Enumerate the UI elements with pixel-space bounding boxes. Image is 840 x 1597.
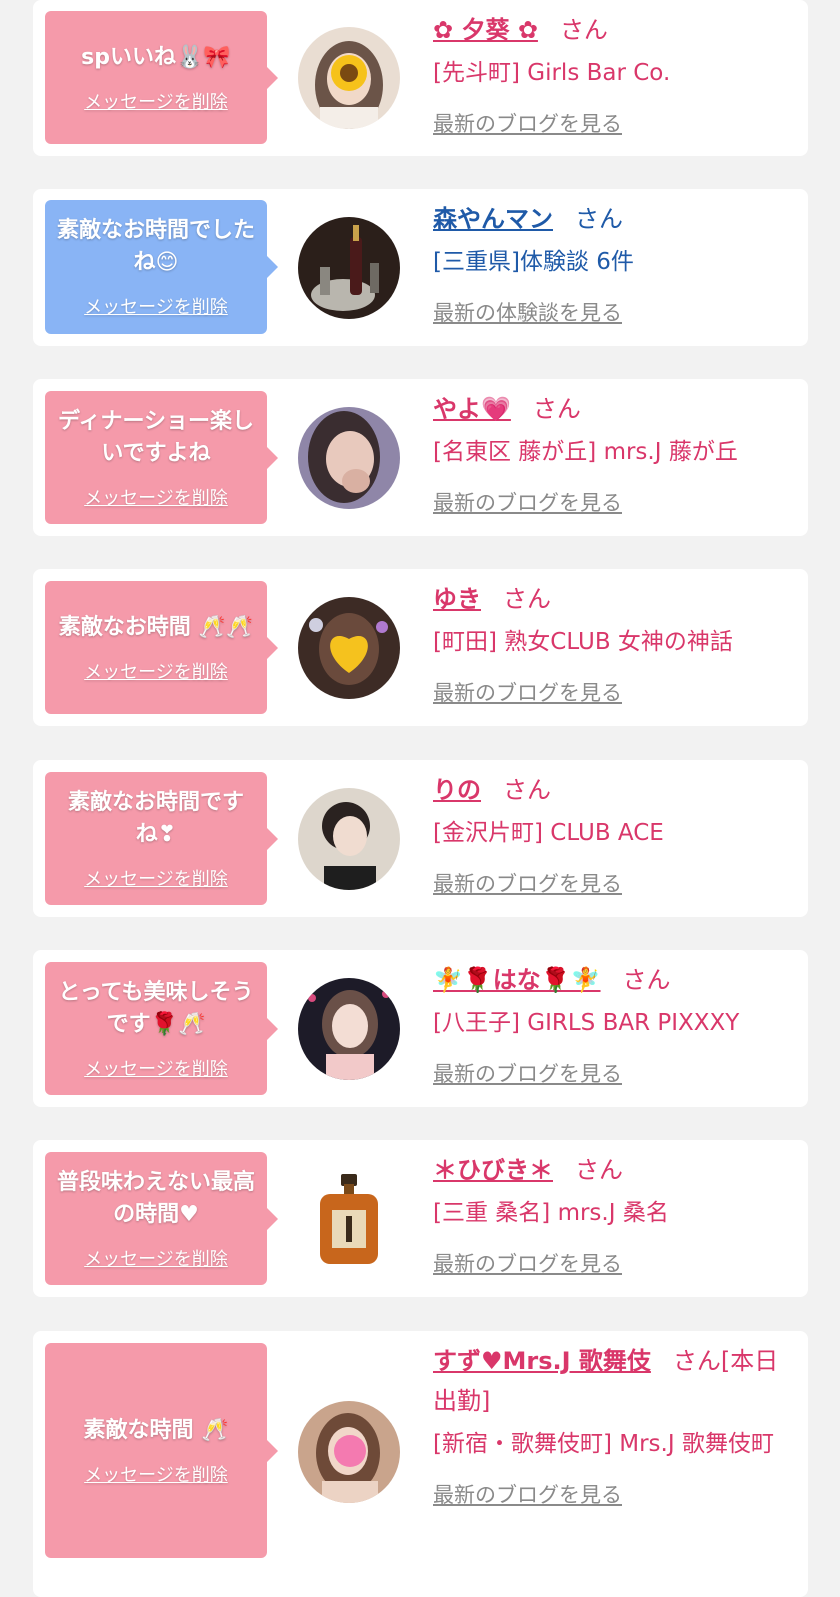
user-name-link[interactable]: やよ💗 <box>433 395 511 423</box>
latest-blog-link[interactable]: 最新のブログを見る <box>433 1479 622 1509</box>
delete-message-link[interactable]: メッセージを削除 <box>84 88 228 114</box>
delete-message-link[interactable]: メッセージを削除 <box>84 1245 228 1271</box>
user-name-link[interactable]: 🧚🌹はな🌹🧚 <box>433 966 601 994</box>
user-info: りの さん [金沢片町] CLUB ACE 最新のブログを見る <box>433 770 794 898</box>
user-info: ＊ひびき＊ さん [三重 桑名] mrs.J 桑名 最新のブログを見る <box>433 1150 794 1278</box>
message-text: ディナーショー楽しいですよね <box>57 408 255 466</box>
delete-message-link[interactable]: メッセージを削除 <box>84 484 228 510</box>
latest-review-link[interactable]: 最新の体験談を見る <box>433 297 622 327</box>
honorific: さん <box>575 1156 623 1184</box>
avatar[interactable] <box>298 788 400 890</box>
avatar[interactable] <box>298 1401 400 1503</box>
shop-info: [町田] 熟女CLUB 女神の神話 <box>433 629 733 655</box>
message-card: spいいね🐰🎀 メッセージを削除 ✿ 夕葵 ✿ さん [先斗町] Girls Ba… <box>33 0 808 156</box>
shop-info: [金沢片町] CLUB ACE <box>433 820 664 846</box>
user-info: 森やんマン さん [三重県]体験談 6件 最新の体験談を見る <box>433 199 794 327</box>
avatar-image <box>298 788 400 890</box>
avatar[interactable] <box>298 1168 400 1270</box>
message-bubble: 素敵な時間 🥂 メッセージを削除 <box>45 1343 278 1558</box>
user-name-link[interactable]: すず♥Mrs.J 歌舞伎 <box>433 1347 651 1375</box>
latest-blog-link[interactable]: 最新のブログを見る <box>433 108 622 138</box>
shop-info: [三重 桑名] mrs.J 桑名 <box>433 1200 669 1226</box>
honorific: さん <box>622 966 671 994</box>
message-card: 素敵な時間 🥂 メッセージを削除 すず♥Mrs.J 歌舞伎 さん[本日出勤] [新… <box>33 1331 808 1597</box>
honorific: さん <box>532 395 581 423</box>
message-bubble: 素敵なお時間でしたね😊 メッセージを削除 <box>45 200 278 334</box>
message-bubble: とっても美味しそうです🌹🥂 メッセージを削除 <box>45 962 278 1095</box>
message-card: 素敵なお時間でしたね😊 メッセージを削除 森やんマン さん [三重県]体験談 6件… <box>33 189 808 346</box>
message-card: とっても美味しそうです🌹🥂 メッセージを削除 🧚🌹はな🌹🧚 さん [八王子] GI… <box>33 950 808 1107</box>
message-bubble: ディナーショー楽しいですよね メッセージを削除 <box>45 391 278 524</box>
user-info: やよ💗 さん [名東区 藤が丘] mrs.J 藤が丘 最新のブログを見る <box>433 389 794 517</box>
message-text: 素敵な時間 🥂 <box>83 1417 229 1443</box>
message-card: ディナーショー楽しいですよね メッセージを削除 やよ💗 さん [名東区 藤が丘] … <box>33 379 808 536</box>
avatar-image <box>298 407 400 509</box>
honorific: さん <box>575 205 623 233</box>
honorific: さん <box>503 776 551 804</box>
pink-heart-sticker <box>334 1435 366 1467</box>
avatar[interactable] <box>298 407 400 509</box>
sunflower-sticker <box>331 55 367 91</box>
avatar-image <box>298 597 400 699</box>
delete-message-link[interactable]: メッセージを削除 <box>84 865 228 891</box>
avatar-image <box>298 978 400 1080</box>
message-bubble: 素敵なお時間ですね❣ メッセージを削除 <box>45 772 278 905</box>
latest-blog-link[interactable]: 最新のブログを見る <box>433 487 622 517</box>
avatar[interactable] <box>298 978 400 1080</box>
honorific: さん <box>559 16 608 44</box>
user-info: 🧚🌹はな🌹🧚 さん [八王子] GIRLS BAR PIXXXY 最新のブログを見… <box>433 960 794 1088</box>
honorific: さん <box>503 585 551 613</box>
shop-info: [八王子] GIRLS BAR PIXXXY <box>433 1010 740 1036</box>
message-text: 素敵なお時間でしたね😊 <box>56 218 255 275</box>
shop-info: [新宿・歌舞伎町] Mrs.J 歌舞伎町 <box>433 1431 774 1457</box>
latest-blog-link[interactable]: 最新のブログを見る <box>433 1248 622 1278</box>
user-name-link[interactable]: ＊ひびき＊ <box>433 1156 553 1184</box>
user-info: ゆき さん [町田] 熟女CLUB 女神の神話 最新のブログを見る <box>433 579 794 707</box>
message-card: 素敵なお時間 🥂🥂 メッセージを削除 ゆき さん [町田] 熟女CLUB 女神の神… <box>33 569 808 726</box>
user-name-link[interactable]: りの <box>433 776 481 804</box>
message-text: 素敵なお時間ですね❣ <box>67 789 244 847</box>
latest-blog-link[interactable]: 最新のブログを見る <box>433 677 622 707</box>
delete-message-link[interactable]: メッセージを削除 <box>84 1055 228 1081</box>
user-name-link[interactable]: ✿ 夕葵 ✿ <box>433 16 538 44</box>
delete-message-link[interactable]: メッセージを削除 <box>84 658 228 684</box>
user-info: ✿ 夕葵 ✿ さん [先斗町] Girls Bar Co. 最新のブログを見る <box>433 10 794 138</box>
message-card: 普段味わえない最高の時間♥ メッセージを削除 ＊ひびき＊ さん [三重 桑名] m… <box>33 1140 808 1297</box>
message-card: 素敵なお時間ですね❣ メッセージを削除 りの さん [金沢片町] CLUB ACE… <box>33 760 808 917</box>
message-text: とっても美味しそうです🌹🥂 <box>58 979 254 1037</box>
delete-message-link[interactable]: メッセージを削除 <box>84 1461 228 1487</box>
user-name-link[interactable]: ゆき <box>433 585 481 613</box>
avatar-image <box>298 1401 400 1503</box>
avatar-image <box>298 27 400 129</box>
message-bubble: 素敵なお時間 🥂🥂 メッセージを削除 <box>45 581 278 714</box>
message-text: spいいね🐰🎀 <box>81 44 231 70</box>
avatar-image <box>298 217 400 319</box>
latest-blog-link[interactable]: 最新のブログを見る <box>433 868 622 898</box>
user-info: すず♥Mrs.J 歌舞伎 さん[本日出勤] [新宿・歌舞伎町] Mrs.J 歌舞伎… <box>433 1341 794 1509</box>
message-bubble: spいいね🐰🎀 メッセージを削除 <box>45 11 278 144</box>
message-text: 素敵なお時間 🥂🥂 <box>58 614 254 640</box>
avatar[interactable] <box>298 217 400 319</box>
message-bubble: 普段味わえない最高の時間♥ メッセージを削除 <box>45 1152 278 1285</box>
whisky-bottle-image <box>298 1168 400 1270</box>
delete-message-link[interactable]: メッセージを削除 <box>84 293 228 319</box>
shop-info: [名東区 藤が丘] mrs.J 藤が丘 <box>433 439 738 465</box>
shop-info: [三重県]体験談 6件 <box>433 249 634 275</box>
message-text: 普段味わえない最高の時間♥ <box>56 1169 255 1227</box>
avatar[interactable] <box>298 27 400 129</box>
latest-blog-link[interactable]: 最新のブログを見る <box>433 1058 622 1088</box>
avatar[interactable] <box>298 597 400 699</box>
user-name-link[interactable]: 森やんマン <box>433 205 553 233</box>
shop-info: [先斗町] Girls Bar Co. <box>433 60 671 86</box>
